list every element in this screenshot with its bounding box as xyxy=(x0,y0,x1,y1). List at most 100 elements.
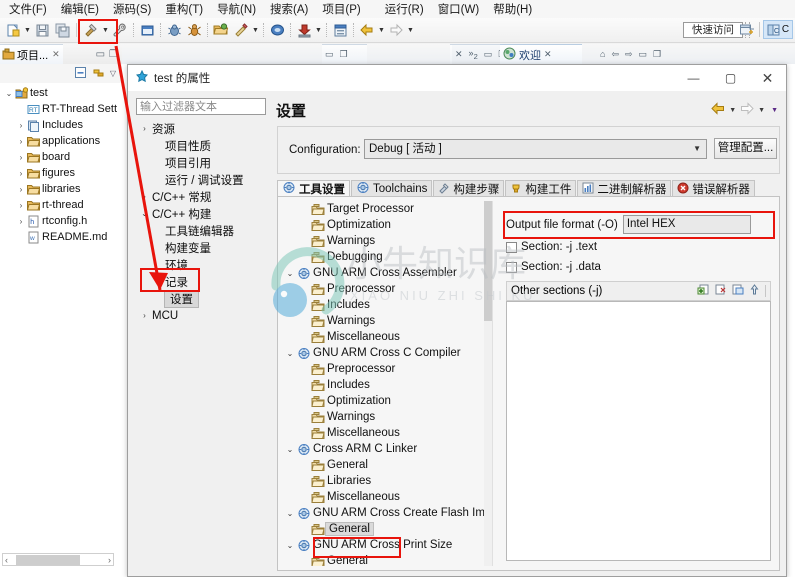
tool-tree-item[interactable]: Libraries xyxy=(282,473,490,489)
forward-dropdown-icon[interactable]: ▼ xyxy=(756,107,767,114)
twisty-icon[interactable]: ⌄ xyxy=(284,349,296,358)
project-tree-item[interactable]: › libraries xyxy=(0,181,122,197)
twisty-icon[interactable]: ⌄ xyxy=(284,541,296,550)
tool-tree-item[interactable]: Preprocessor xyxy=(282,281,490,297)
minimize-icon[interactable]: — xyxy=(675,65,712,92)
close-icon[interactable]: ✕ xyxy=(452,49,466,60)
scroll-right-icon[interactable]: › xyxy=(106,555,113,565)
project-tree-item[interactable]: ⌄ test xyxy=(0,85,122,101)
build-config-wrench-icon[interactable] xyxy=(111,21,129,39)
menu-item-refactor[interactable]: 重构(T) xyxy=(158,0,210,18)
delete-icon[interactable] xyxy=(714,283,727,299)
tool-tree-item[interactable]: Optimization xyxy=(282,217,490,233)
settings-tab-4[interactable]: 二进制解析器 xyxy=(577,180,672,197)
project-tree-item[interactable]: › figures xyxy=(0,165,122,181)
tool-tree-item[interactable]: General xyxy=(282,457,490,473)
other-sections-list[interactable] xyxy=(506,301,771,561)
skip-breakpoints-icon[interactable] xyxy=(232,21,250,39)
back-arrow-icon[interactable] xyxy=(711,102,725,118)
forward-dropdown-icon[interactable]: ▼ xyxy=(406,21,415,39)
link-with-editor-icon[interactable] xyxy=(92,66,105,82)
output-file-format-combo[interactable]: Intel HEX xyxy=(622,215,751,234)
twisty-icon[interactable]: ⌄ xyxy=(284,269,296,278)
twisty-icon[interactable]: › xyxy=(16,201,26,210)
download-dropdown-icon[interactable]: ▼ xyxy=(314,21,323,39)
add-icon[interactable] xyxy=(697,283,710,299)
section-text-row[interactable]: Section: -j .text xyxy=(506,241,597,253)
twisty-icon[interactable]: › xyxy=(16,137,26,146)
tool-tree-item[interactable]: Miscellaneous xyxy=(282,425,490,441)
menu-item-search[interactable]: 搜索(A) xyxy=(263,0,315,18)
settings-tab-0[interactable]: 工具设置 xyxy=(277,180,350,197)
view-menu-icon[interactable]: ▽ xyxy=(110,69,116,78)
tool-tree-item[interactable]: ⌄ GNU ARM Cross C Compiler xyxy=(282,345,490,361)
stacked-tabs-chevron-icon[interactable]: »2 xyxy=(466,48,481,61)
menu-item-run[interactable]: 运行(R) xyxy=(378,0,431,18)
nav-tree-item[interactable]: 设置 xyxy=(136,289,266,308)
nav-tree-item[interactable]: 环境 xyxy=(136,256,266,273)
menu-item-file[interactable]: 文件(F) xyxy=(2,0,54,18)
tool-tree-item[interactable]: ⌄ GNU ARM Cross Print Size xyxy=(282,537,490,553)
tool-tree-item[interactable]: Includes xyxy=(282,297,490,313)
section-data-checkbox[interactable] xyxy=(506,261,517,273)
configuration-combo[interactable]: Debug [ 活动 ] ▼ xyxy=(364,139,707,159)
tool-tree-item[interactable]: ⌄ GNU ARM Cross Assembler xyxy=(282,265,490,281)
forward-arrow-icon[interactable]: ⇨ xyxy=(622,49,636,60)
nav-tree-item[interactable]: › MCU xyxy=(136,307,266,324)
nav-tree-item[interactable]: 记录 xyxy=(136,273,266,290)
properties-nav-tree[interactable]: › 资源 项目性质 项目引用 运行 / 调试设置 › C/C++ 常规 ⌄ C/C++ 构建 工具… xyxy=(136,120,266,570)
twisty-icon[interactable]: ⌄ xyxy=(284,445,296,454)
new-file-dropdown-icon[interactable]: ▼ xyxy=(23,21,32,39)
build-hammer-icon[interactable] xyxy=(82,21,100,39)
tool-settings-tree[interactable]: Target Processor Optimization Warnings Debu… xyxy=(282,201,490,566)
close-icon[interactable]: ✕ xyxy=(541,49,555,60)
menu-item-help[interactable]: 帮助(H) xyxy=(486,0,539,18)
chevron-down-icon[interactable]: ▼ xyxy=(693,140,701,158)
settings-tab-5[interactable]: 错误解析器 xyxy=(672,180,755,197)
tool-tree-item[interactable]: Warnings xyxy=(282,409,490,425)
home-icon[interactable]: ⌂ xyxy=(597,49,608,59)
tool-tree-item[interactable]: ⌄ GNU ARM Cross Create Flash Image xyxy=(282,505,490,521)
forward-arrow-icon[interactable] xyxy=(387,21,405,39)
project-tree[interactable]: ⌄ test RT RT-Thread Sett › Includes › applicati… xyxy=(0,83,122,564)
dialog-titlebar[interactable]: test 的属性 — ▢ ✕ xyxy=(128,65,786,92)
twisty-icon[interactable]: ⌄ xyxy=(138,209,151,218)
move-up-icon[interactable] xyxy=(748,283,761,299)
nav-tree-item[interactable]: 项目性质 xyxy=(136,137,266,154)
twisty-icon[interactable]: › xyxy=(138,192,151,201)
perspective-c-button[interactable]: C C xyxy=(763,20,793,39)
build-dropdown-icon[interactable]: ▼ xyxy=(101,21,110,39)
settings-tab-1[interactable]: Toolchains xyxy=(351,180,433,197)
section-text-checkbox[interactable] xyxy=(506,241,517,253)
menu-item-edit[interactable]: 编辑(E) xyxy=(54,0,106,18)
tool-tree-item[interactable]: Warnings xyxy=(282,313,490,329)
maximize-icon[interactable]: ▢ xyxy=(712,65,749,92)
open-folder-icon[interactable] xyxy=(212,21,230,39)
tool-tree-item[interactable]: Preprocessor xyxy=(282,361,490,377)
project-tree-item[interactable]: › board xyxy=(0,149,122,165)
new-file-icon[interactable] xyxy=(4,21,22,39)
tool-tree-item[interactable]: Miscellaneous xyxy=(282,489,490,505)
back-dropdown-icon[interactable]: ▼ xyxy=(727,107,738,114)
tab-project-explorer[interactable]: 项目... ✕ xyxy=(0,44,63,64)
page-menu-icon[interactable]: ▼ xyxy=(769,107,780,114)
collapse-all-icon[interactable] xyxy=(74,66,87,82)
tab-welcome[interactable]: 欢迎 ✕ xyxy=(500,44,582,64)
open-perspective-icon[interactable] xyxy=(737,20,756,39)
twisty-icon[interactable]: ⌄ xyxy=(4,89,14,98)
twisty-icon[interactable]: ⌄ xyxy=(284,509,296,518)
maximize-icon[interactable]: ❐ xyxy=(337,49,351,60)
nav-tree-item[interactable]: 构建变量 xyxy=(136,239,266,256)
edit-icon[interactable] xyxy=(731,283,744,299)
tool-tree-vscrollbar[interactable] xyxy=(484,201,492,566)
minimize-icon[interactable]: ▭ xyxy=(481,49,496,60)
project-tree-item[interactable]: › Includes xyxy=(0,117,122,133)
project-tree-item[interactable]: › h rtconfig.h xyxy=(0,213,122,229)
project-tree-item[interactable]: › rt-thread xyxy=(0,197,122,213)
toggle-block-icon[interactable] xyxy=(331,21,349,39)
section-data-row[interactable]: Section: -j .data xyxy=(506,261,601,273)
nav-tree-item[interactable]: 工具链编辑器 xyxy=(136,222,266,239)
tool-tree-item[interactable]: ⌄ Cross ARM C Linker xyxy=(282,441,490,457)
close-icon[interactable]: ✕ xyxy=(52,49,60,60)
back-arrow-icon[interactable]: ⇦ xyxy=(608,49,622,60)
